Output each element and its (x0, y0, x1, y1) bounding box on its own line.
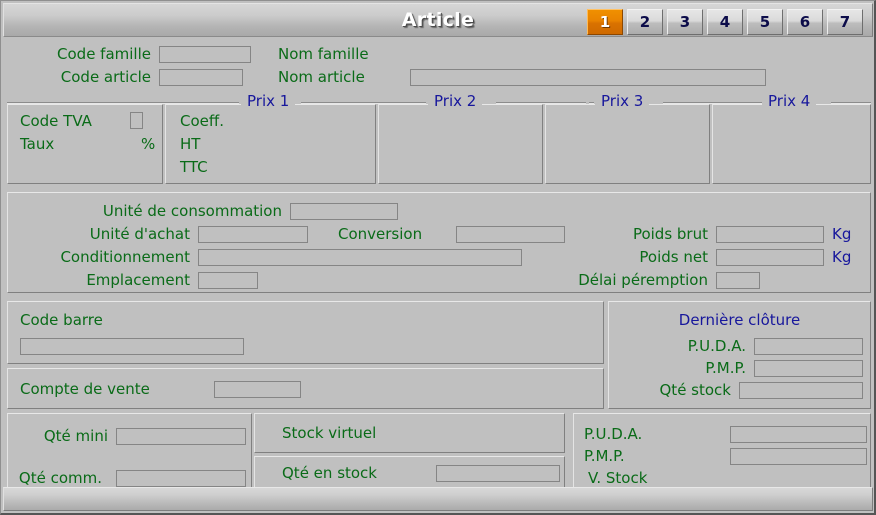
prix-1-group-label: Prix 1 (241, 93, 296, 109)
stock-values-panel: P.U.D.A. P.M.P. V. Stock (573, 413, 871, 490)
nom-article-label: Nom article (278, 68, 365, 86)
prix-4-panel (712, 104, 871, 184)
taux-label: Taux (20, 135, 55, 153)
qte-en-stock-input[interactable] (436, 465, 560, 482)
code-barre-label: Code barre (20, 311, 103, 329)
prix-3-panel (545, 104, 710, 184)
poids-net-unit-label: Kg (832, 248, 852, 266)
stock-virtuel-panel: Stock virtuel (254, 413, 565, 453)
stock-puda-input[interactable] (730, 426, 867, 443)
prix4-groove-right (831, 102, 871, 104)
code-tva-input[interactable] (130, 112, 143, 129)
taux-percent-label: % (141, 135, 156, 153)
qte-en-stock-panel: Qté en stock (254, 456, 565, 490)
prix1-ht-input[interactable] (258, 135, 366, 152)
poids-net-label: Poids net (639, 248, 708, 266)
prix-4-group-label: Prix 4 (762, 93, 817, 109)
cloture-puda-input[interactable] (754, 338, 863, 355)
qte-comm-label: Qté comm. (18, 469, 102, 487)
qte-comm-input[interactable] (116, 470, 246, 487)
stock-virtuel-label: Stock virtuel (282, 424, 377, 442)
unite-consommation-input[interactable] (290, 203, 398, 220)
units-panel: Unité de consommation Unité d'achat Conv… (7, 192, 871, 293)
unite-consommation-label: Unité de consommation (102, 202, 282, 220)
cloture-puda-label: P.U.D.A. (687, 337, 746, 355)
stock-puda-label: P.U.D.A. (584, 425, 643, 443)
cloture-qte-stock-input[interactable] (739, 382, 863, 399)
poids-brut-input[interactable] (716, 226, 824, 243)
tab-4[interactable]: 4 (707, 9, 743, 35)
nom-famille-label: Nom famille (278, 45, 369, 63)
code-famille-label: Code famille (57, 45, 151, 63)
tab-5[interactable]: 5 (747, 9, 783, 35)
prix1-groove-left (7, 102, 239, 104)
cloture-pmp-label: P.M.P. (705, 359, 746, 377)
prix1-coeff-label: Coeff. (180, 112, 224, 130)
taux-input[interactable] (74, 135, 138, 152)
codebarre-panel: Code barre (7, 301, 604, 364)
prix1-ttc-input[interactable] (258, 158, 366, 175)
prix1-ttc-label: TTC (180, 158, 208, 176)
prix-2-panel (378, 104, 543, 184)
prix1-ht-label: HT (180, 135, 201, 153)
window-titlebar: Article 1 2 3 4 5 6 7 (3, 3, 873, 37)
prix2-groove-right (496, 102, 586, 104)
unite-achat-input[interactable] (198, 226, 308, 243)
code-article-input[interactable] (159, 69, 243, 86)
derniere-cloture-panel: Dernière clôture P.U.D.A. P.M.P. Qté sto… (608, 301, 871, 409)
prix3-groove-right (663, 102, 757, 104)
tab-6[interactable]: 6 (787, 9, 823, 35)
v-stock-label: V. Stock (588, 469, 648, 487)
tab-2[interactable]: 2 (627, 9, 663, 35)
poids-brut-unit-label: Kg (832, 225, 852, 243)
poids-net-input[interactable] (716, 249, 824, 266)
conditionnement-input[interactable] (198, 249, 522, 266)
code-famille-input[interactable] (159, 46, 251, 63)
compte-vente-input[interactable] (214, 381, 301, 398)
derniere-cloture-title: Dernière clôture (678, 311, 801, 329)
compte-vente-label: Compte de vente (20, 380, 150, 398)
qte-mini-input[interactable] (116, 428, 246, 445)
tab-bar: 1 2 3 4 5 6 7 (587, 9, 863, 35)
prix1-groove-right (301, 102, 421, 104)
compte-vente-panel: Compte de vente (7, 368, 604, 409)
tab-1[interactable]: 1 (587, 9, 623, 35)
prix-1-panel: Coeff. HT TTC (165, 104, 376, 184)
poids-brut-label: Poids brut (632, 225, 708, 243)
conditionnement-label: Conditionnement (60, 248, 190, 266)
stock-pmp-input[interactable] (730, 448, 867, 465)
code-article-label: Code article (60, 68, 151, 86)
prix2-groove-left (421, 102, 426, 104)
stock-virtuel-input[interactable] (435, 425, 555, 442)
status-bar (3, 487, 873, 511)
delai-peremption-input[interactable] (716, 272, 760, 289)
cloture-pmp-input[interactable] (754, 360, 863, 377)
prix-3-group-label: Prix 3 (595, 93, 650, 109)
prix1-coeff-input[interactable] (258, 112, 366, 129)
tab-3[interactable]: 3 (667, 9, 703, 35)
cloture-qte-stock-label: Qté stock (659, 381, 732, 399)
qte-en-stock-label: Qté en stock (282, 464, 377, 482)
emplacement-label: Emplacement (86, 271, 190, 289)
article-window: Article 1 2 3 4 5 6 7 Code famille Nom f… (0, 0, 876, 515)
delai-peremption-label: Délai péremption (578, 271, 708, 289)
code-barre-input[interactable] (20, 338, 244, 355)
v-stock-input[interactable] (730, 470, 867, 487)
qte-mini-panel: Qté mini Qté comm. (7, 413, 252, 490)
emplacement-input[interactable] (198, 272, 258, 289)
prix3-groove-left (589, 102, 594, 104)
code-tva-label: Code TVA (20, 112, 92, 130)
tab-7[interactable]: 7 (827, 9, 863, 35)
stock-pmp-label: P.M.P. (584, 447, 625, 465)
nom-article-input[interactable] (410, 69, 766, 86)
tva-panel: Code TVA Taux % (7, 104, 163, 184)
prix-2-group-label: Prix 2 (428, 93, 483, 109)
unite-achat-label: Unité d'achat (89, 225, 190, 243)
conversion-label: Conversion (338, 225, 423, 243)
qte-mini-label: Qté mini (43, 427, 108, 445)
